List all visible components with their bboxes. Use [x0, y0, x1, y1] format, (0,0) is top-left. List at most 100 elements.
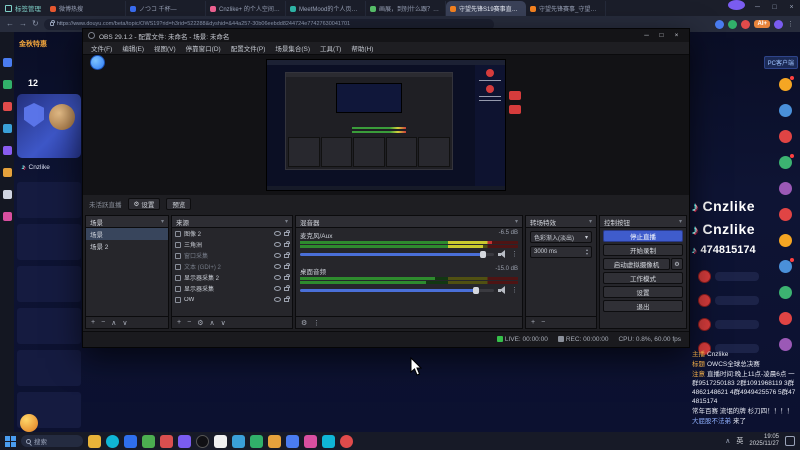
menu-help[interactable]: 帮助(H) — [346, 43, 378, 53]
remove-scene-icon[interactable]: − — [101, 319, 105, 326]
extension-icon[interactable] — [715, 19, 725, 29]
maximize-button[interactable]: □ — [654, 32, 669, 39]
menu-scene-collection[interactable]: 场景集合(S) — [270, 43, 315, 53]
mixer-menu-icon[interactable]: ⋮ — [313, 319, 320, 327]
tab-manager-button[interactable]: 标签管理 — [0, 3, 46, 13]
studio-mode-button[interactable]: 工作模式 — [603, 272, 683, 284]
app-icon[interactable] — [250, 434, 263, 448]
close-button[interactable]: × — [783, 0, 800, 16]
live-thumbnail[interactable] — [17, 308, 81, 344]
obs-title-bar[interactable]: OBS 29.1.2 - 配置文件: 未命名 - 场景: 未命名 ─ □ × — [83, 29, 689, 42]
remove-transition-icon[interactable]: − — [541, 319, 545, 326]
source-item[interactable]: 文本 (GDI+) 2 — [172, 261, 292, 272]
sidebar-site-icon[interactable] — [2, 190, 12, 199]
sidebar-site-icon[interactable] — [2, 58, 12, 67]
slider-knob[interactable] — [480, 250, 487, 258]
menu-edit[interactable]: 编辑(E) — [117, 43, 149, 53]
visibility-eye-icon[interactable] — [274, 264, 281, 269]
taskbar-search[interactable]: 搜索 — [21, 435, 83, 447]
live-thumbnail[interactable] — [17, 266, 81, 302]
reload-icon[interactable]: ↻ — [32, 16, 39, 32]
lock-icon[interactable] — [284, 241, 290, 247]
wechat-icon[interactable] — [142, 434, 155, 448]
visibility-eye-icon[interactable] — [274, 275, 281, 280]
add-scene-icon[interactable]: + — [91, 319, 95, 326]
menu-profile[interactable]: 配置文件(P) — [226, 43, 271, 53]
move-down-icon[interactable]: ∨ — [122, 319, 127, 327]
gift-row[interactable] — [698, 316, 794, 332]
add-transition-icon[interactable]: + — [531, 319, 535, 326]
extension-icon[interactable] — [741, 19, 751, 29]
visibility-eye-icon[interactable] — [274, 242, 281, 247]
visibility-eye-icon[interactable] — [274, 253, 281, 258]
start-button[interactable] — [5, 435, 16, 447]
add-source-icon[interactable]: + — [177, 319, 181, 326]
browser-tab-active[interactable]: 守望先锋S19赛事直播确定室_C… — [446, 1, 526, 16]
browser-tab[interactable]: 画展，到别什么跟？全屏探… — [366, 1, 446, 16]
move-up-icon[interactable]: ∧ — [209, 319, 214, 327]
sidebar-site-icon[interactable] — [2, 212, 12, 221]
browser-tab[interactable]: 守望先锋赛事_守望先锋直播… — [526, 1, 606, 16]
rail-icon[interactable] — [778, 182, 792, 195]
browser-avatar[interactable] — [774, 19, 783, 29]
channel-menu-icon[interactable]: ⋮ — [511, 250, 518, 258]
dock-icon[interactable]: ▾ — [285, 218, 288, 225]
app-icon[interactable] — [322, 434, 335, 448]
close-button[interactable]: × — [669, 32, 684, 39]
app-icon[interactable] — [124, 434, 137, 448]
back-icon[interactable]: ← — [6, 16, 14, 32]
maximize-button[interactable]: □ — [766, 0, 783, 16]
rail-icon[interactable] — [778, 76, 794, 91]
lock-icon[interactable] — [284, 296, 290, 302]
dock-icon[interactable]: ▾ — [679, 218, 682, 225]
file-explorer-icon[interactable] — [88, 434, 101, 448]
remove-source-icon[interactable]: − — [187, 319, 191, 326]
scene-item-selected[interactable]: 场景 — [86, 228, 168, 240]
ai-badge[interactable]: AI+ — [754, 20, 770, 28]
speaker-icon[interactable] — [498, 286, 507, 294]
dock-icon[interactable]: ▾ — [161, 218, 164, 225]
lock-icon[interactable] — [284, 230, 290, 236]
preview-toggle-button[interactable]: 预览 — [166, 198, 192, 210]
source-item[interactable]: 显示器采集 2 — [172, 272, 292, 283]
browser-profile-avatar[interactable] — [728, 0, 745, 10]
pc-client-chip[interactable]: PC客户端 — [763, 56, 798, 69]
app-icon[interactable] — [232, 434, 245, 448]
channel-menu-icon[interactable]: ⋮ — [511, 286, 518, 294]
visibility-eye-icon[interactable] — [274, 286, 281, 291]
sidebar-site-icon[interactable] — [2, 146, 12, 155]
browser-tab[interactable]: ノつコ 千杯— — [126, 1, 206, 16]
dock-icon[interactable]: ▾ — [515, 218, 518, 225]
volume-slider[interactable]: ⋮ — [300, 285, 518, 295]
source-item[interactable]: OW — [172, 294, 292, 305]
visibility-eye-icon[interactable] — [274, 231, 281, 236]
move-up-icon[interactable]: ∧ — [111, 319, 116, 327]
volume-slider[interactable]: ⋮ — [300, 249, 518, 259]
lock-icon[interactable] — [284, 252, 290, 258]
notification-center-icon[interactable] — [785, 436, 795, 446]
app-icon[interactable] — [340, 434, 353, 448]
dock-icon[interactable]: ▾ — [589, 218, 592, 225]
sidebar-site-icon[interactable] — [2, 80, 12, 89]
forward-icon[interactable]: → — [19, 16, 27, 32]
move-down-icon[interactable]: ∨ — [221, 319, 226, 327]
app-icon[interactable] — [178, 434, 191, 448]
minimize-button[interactable]: ─ — [749, 0, 766, 16]
rail-icon[interactable] — [778, 154, 794, 169]
start-virtual-camera-button[interactable]: 启动虚拟摄像机 — [603, 258, 670, 270]
mixer-settings-gear-icon[interactable]: ⚙ — [301, 319, 307, 327]
app-icon[interactable] — [160, 434, 173, 448]
lock-icon[interactable] — [284, 285, 290, 291]
transition-duration-field[interactable]: 3000 ms ▴ ▾ — [530, 246, 592, 258]
menu-file[interactable]: 文件(F) — [86, 43, 117, 53]
settings-button[interactable]: 设置 — [603, 286, 683, 298]
stop-streaming-button[interactable]: 停止直播 — [603, 230, 683, 242]
scene-item[interactable]: 场景 2 — [86, 240, 168, 252]
start-recording-button[interactable]: 开始录制 — [603, 244, 683, 256]
source-item[interactable]: 显示器采集 — [172, 283, 292, 294]
streamer-card[interactable] — [17, 94, 81, 158]
stream-settings-button[interactable]: ⚙ 设置 — [127, 198, 161, 210]
gift-row[interactable] — [698, 268, 794, 284]
sidebar-site-icon[interactable] — [2, 102, 12, 111]
duration-spinner[interactable]: ▴ ▾ — [586, 248, 588, 256]
